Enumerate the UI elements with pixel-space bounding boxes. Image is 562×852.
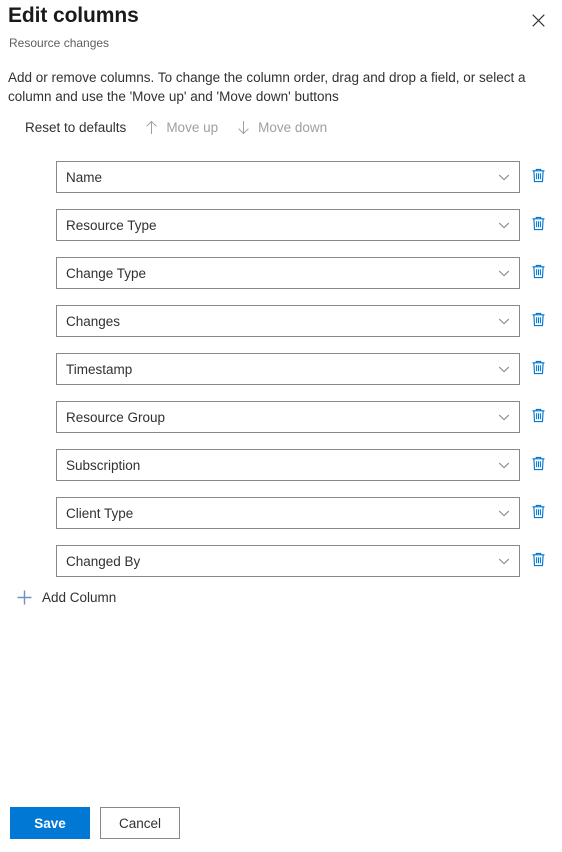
chevron-down-icon: [489, 450, 519, 480]
column-label: Subscription: [66, 457, 141, 473]
column-label: Change Type: [66, 265, 147, 281]
column-row: Name: [0, 161, 562, 193]
save-button[interactable]: Save: [10, 807, 90, 839]
close-icon: [531, 13, 545, 27]
delete-column-button-8[interactable]: [526, 549, 550, 573]
panel-description: Add or remove columns. To change the col…: [8, 70, 526, 104]
trash-icon: [530, 551, 547, 571]
column-row: Changes: [0, 305, 562, 337]
column-row: Timestamp: [0, 353, 562, 385]
delete-column-button-1[interactable]: [526, 213, 550, 237]
plus-icon: [16, 589, 33, 606]
add-column-label: Add Column: [42, 589, 117, 605]
trash-icon: [530, 311, 547, 331]
command-bar: Reset to defaults Move up Move down: [16, 112, 336, 142]
move-up-button[interactable]: Move up: [135, 112, 227, 142]
trash-icon: [530, 215, 547, 235]
chevron-down-icon: [489, 306, 519, 336]
column-row: Changed By: [0, 545, 562, 577]
arrow-up-icon: [144, 120, 159, 135]
chevron-down-icon: [489, 162, 519, 192]
chevron-down-icon: [489, 354, 519, 384]
chevron-down-icon: [489, 546, 519, 576]
edit-columns-panel: Edit columns Resource changes Add or rem…: [0, 0, 562, 852]
page-subtitle: Resource changes: [9, 36, 110, 50]
delete-column-button-0[interactable]: [526, 165, 550, 189]
trash-icon: [530, 359, 547, 379]
move-down-label: Move down: [258, 119, 328, 135]
column-label: Name: [66, 169, 103, 185]
add-column-button[interactable]: Add Column: [10, 586, 122, 608]
delete-column-button-7[interactable]: [526, 501, 550, 525]
column-label: Resource Type: [66, 217, 157, 233]
chevron-down-icon: [489, 402, 519, 432]
trash-icon: [530, 167, 547, 187]
column-label: Client Type: [66, 505, 134, 521]
panel-footer: Save Cancel: [0, 794, 562, 852]
column-label: Changed By: [66, 553, 141, 569]
column-select-2[interactable]: Change Type: [56, 257, 520, 289]
reset-to-defaults-button[interactable]: Reset to defaults: [16, 112, 135, 142]
delete-column-button-3[interactable]: [526, 309, 550, 333]
delete-column-button-6[interactable]: [526, 453, 550, 477]
column-select-7[interactable]: Client Type: [56, 497, 520, 529]
reset-label: Reset to defaults: [25, 119, 127, 135]
column-row: Change Type: [0, 257, 562, 289]
delete-column-button-2[interactable]: [526, 261, 550, 285]
trash-icon: [530, 455, 547, 475]
column-row: Resource Type: [0, 209, 562, 241]
column-select-8[interactable]: Changed By: [56, 545, 520, 577]
column-list: Name Resource Type Change Type Changes T…: [0, 161, 562, 593]
chevron-down-icon: [489, 210, 519, 240]
column-select-0[interactable]: Name: [56, 161, 520, 193]
column-label: Resource Group: [66, 409, 166, 425]
column-select-5[interactable]: Resource Group: [56, 401, 520, 433]
move-down-button[interactable]: Move down: [227, 112, 336, 142]
close-button[interactable]: [522, 4, 554, 36]
trash-icon: [530, 407, 547, 427]
trash-icon: [530, 503, 547, 523]
delete-column-button-4[interactable]: [526, 357, 550, 381]
trash-icon: [530, 263, 547, 283]
delete-column-button-5[interactable]: [526, 405, 550, 429]
column-row: Resource Group: [0, 401, 562, 433]
chevron-down-icon: [489, 498, 519, 528]
arrow-down-icon: [236, 120, 251, 135]
column-select-6[interactable]: Subscription: [56, 449, 520, 481]
column-label: Timestamp: [66, 361, 133, 377]
column-select-1[interactable]: Resource Type: [56, 209, 520, 241]
page-title: Edit columns: [8, 4, 139, 27]
column-row: Client Type: [0, 497, 562, 529]
cancel-button[interactable]: Cancel: [100, 807, 180, 839]
column-select-4[interactable]: Timestamp: [56, 353, 520, 385]
column-select-3[interactable]: Changes: [56, 305, 520, 337]
column-label: Changes: [66, 313, 121, 329]
column-row: Subscription: [0, 449, 562, 481]
chevron-down-icon: [489, 258, 519, 288]
move-up-label: Move up: [166, 119, 219, 135]
